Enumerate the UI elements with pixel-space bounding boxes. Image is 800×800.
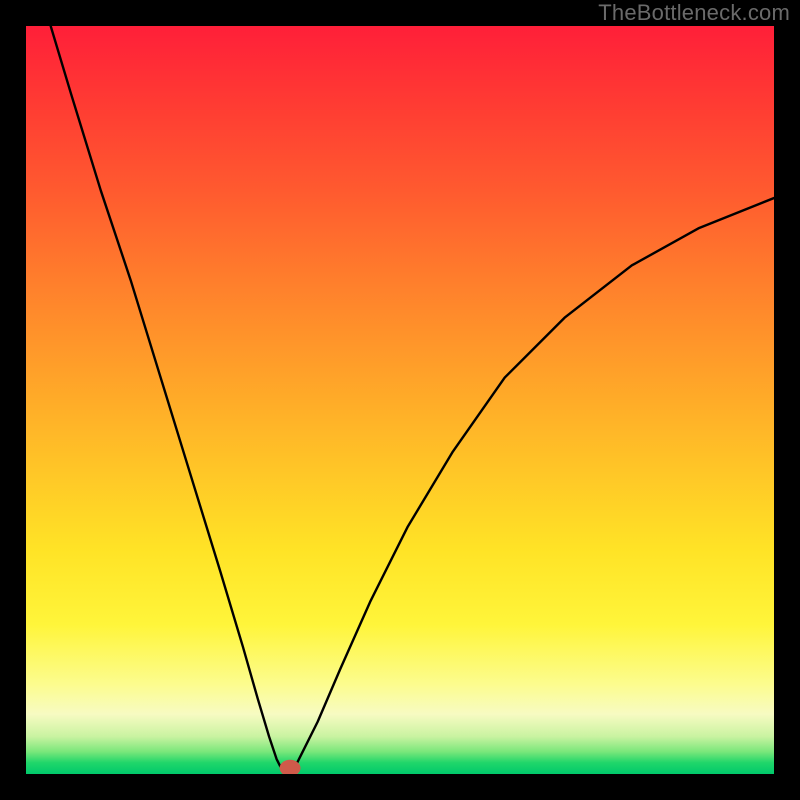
bottleneck-curve-svg — [26, 26, 774, 774]
chart-frame: TheBottleneck.com — [0, 0, 800, 800]
bottleneck-curve-path — [51, 26, 774, 770]
watermark-text: TheBottleneck.com — [598, 0, 790, 26]
plot-area — [26, 26, 774, 774]
